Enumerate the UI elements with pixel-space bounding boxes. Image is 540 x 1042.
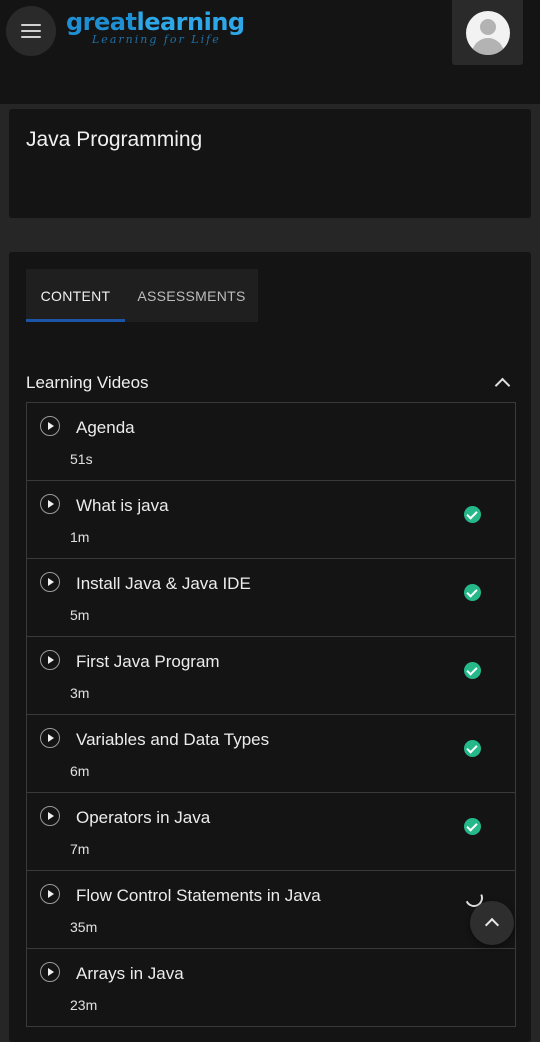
video-duration: 6m [70, 763, 90, 779]
tab-assessments[interactable]: ASSESSMENTS [125, 269, 258, 322]
play-icon [40, 650, 60, 670]
page-title: Java Programming [26, 128, 203, 151]
video-item[interactable]: Variables and Data Types 6m [27, 715, 515, 793]
video-title: Variables and Data Types [76, 730, 270, 749]
video-title: Arrays in Java [76, 964, 184, 983]
completed-check-icon [464, 818, 481, 835]
video-duration: 35m [70, 919, 98, 935]
scroll-to-top-button[interactable] [470, 901, 514, 945]
video-title: Install Java & Java IDE [76, 574, 251, 593]
play-icon [40, 884, 60, 904]
video-title: Operators in Java [76, 808, 211, 827]
completed-check-icon [464, 740, 481, 757]
video-item[interactable]: Flow Control Statements in Java 35m [27, 871, 515, 949]
video-title: Flow Control Statements in Java [76, 886, 321, 905]
profile-button[interactable] [452, 0, 523, 65]
play-icon [40, 962, 60, 982]
video-item[interactable]: What is java 1m [27, 481, 515, 559]
course-title-card: Java Programming [9, 109, 531, 218]
menu-button[interactable] [6, 6, 56, 56]
completed-check-icon [464, 662, 481, 679]
video-duration: 3m [70, 685, 90, 701]
learning-videos-section-header[interactable]: Learning Videos [26, 370, 514, 396]
user-avatar-icon [465, 10, 510, 55]
top-header: greatlearning Learning for Life [0, 0, 540, 104]
video-item[interactable]: Agenda 51s [27, 403, 515, 481]
video-item[interactable]: Arrays in Java 23m [27, 949, 515, 1027]
video-duration: 5m [70, 607, 90, 623]
completed-check-icon [464, 506, 481, 523]
video-item[interactable]: Install Java & Java IDE 5m [27, 559, 515, 637]
play-icon [40, 572, 60, 592]
brand-logo[interactable]: greatlearning Learning for Life [66, 10, 245, 45]
chevron-up-icon [494, 377, 511, 394]
video-list: Agenda 51s What is java 1m Install Java … [26, 402, 516, 1027]
play-icon [40, 728, 60, 748]
tab-bar: CONTENT ASSESSMENTS [26, 269, 258, 322]
video-duration: 23m [70, 997, 98, 1013]
hamburger-menu-icon [21, 24, 41, 38]
section-title: Learning Videos [26, 373, 149, 392]
play-icon [40, 806, 60, 826]
video-title: What is java [76, 496, 169, 515]
video-duration: 51s [70, 451, 93, 467]
video-item[interactable]: Operators in Java 7m [27, 793, 515, 871]
video-duration: 7m [70, 841, 90, 857]
video-title: First Java Program [76, 652, 220, 671]
video-duration: 1m [70, 529, 90, 545]
course-content-card: CONTENT ASSESSMENTS Learning Videos Agen… [9, 252, 531, 1042]
completed-check-icon [464, 584, 481, 601]
tab-content[interactable]: CONTENT [26, 269, 125, 322]
video-item[interactable]: First Java Program 3m [27, 637, 515, 715]
play-icon [40, 494, 60, 514]
video-title: Agenda [76, 418, 135, 437]
logo-wordmark: greatlearning [66, 8, 245, 36]
play-icon [40, 416, 60, 436]
